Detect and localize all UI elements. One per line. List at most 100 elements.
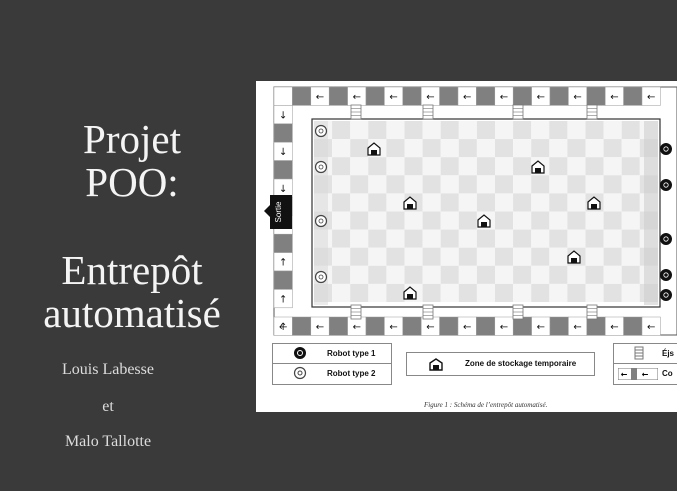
floor-tile — [332, 283, 351, 302]
legend-robot-type-2-label: Robot type 2 — [327, 369, 376, 378]
floor-tile — [621, 193, 640, 212]
floor-tile — [458, 229, 477, 248]
floor-tile — [422, 157, 441, 176]
floor-tile — [567, 229, 586, 248]
floor-tile — [567, 211, 586, 230]
floor-tile — [440, 139, 459, 158]
floor-tile — [422, 283, 441, 302]
warehouse-diagram: ← ← ← ← ← ← ← ← ← ←← ← ← ← ← ← ← ← ← ← ←↓↓↓↑↑↑Sortie — [264, 86, 677, 336]
floor-tile — [549, 229, 568, 248]
floor-tile — [585, 247, 604, 266]
floor-tile — [368, 247, 387, 266]
floor-tile — [404, 211, 423, 230]
author-2: Malo Tallotte — [64, 433, 152, 450]
conveyor-arrow-icon: ← — [573, 92, 581, 103]
conveyor-cell — [273, 160, 293, 180]
legend-conveyor-label: Co — [662, 369, 673, 378]
floor-tile — [386, 121, 405, 140]
floor-tile — [531, 283, 550, 302]
floor-tile — [603, 229, 622, 248]
conveyor-arrow-icon: ← — [537, 322, 545, 333]
conveyor-cell — [402, 316, 422, 336]
conveyor-arrow-icon: ← — [426, 322, 434, 333]
conveyor-arrow-icon: ← — [610, 92, 618, 103]
conveyor-cell — [586, 316, 606, 336]
conveyor-cell — [549, 316, 569, 336]
floor-tile — [495, 193, 514, 212]
conveyor-arrow-icon: ← — [353, 92, 361, 103]
conveyor-cell — [476, 316, 496, 336]
warehouse-figure: ← ← ← ← ← ← ← ← ← ← ← ← ← ← ← ← ← ← ← ← ← ↓ ↓ ↓ ↑ ↑ ↑ Sortie Robot … — [256, 81, 677, 412]
floor-tile — [350, 139, 369, 158]
floor-tile — [368, 121, 387, 140]
floor-tile — [585, 211, 604, 230]
floor-tile — [531, 247, 550, 266]
floor-tile — [350, 229, 369, 248]
floor-tile — [458, 139, 477, 158]
floor-tile — [476, 175, 495, 194]
robot-type-2-icon — [293, 366, 307, 380]
conveyor-arrow-icon: ← — [463, 322, 471, 333]
conveyor-arrow-icon: ← — [647, 322, 655, 333]
floor-tile — [476, 121, 495, 140]
conveyor-arrow-icon: ← — [316, 322, 324, 333]
conveyor-icon: ← ← — [618, 368, 658, 380]
floor-tile — [513, 247, 532, 266]
robot-type-1-icon — [660, 143, 672, 155]
floor-tile — [531, 211, 550, 230]
floor-tile — [603, 247, 622, 266]
conveyor-cell — [549, 86, 569, 106]
floor-tile — [386, 193, 405, 212]
conveyor-cell — [292, 86, 312, 106]
floor-tile — [404, 229, 423, 248]
floor-tile — [332, 265, 351, 284]
conveyor-cell — [586, 86, 606, 106]
floor-tile — [567, 121, 586, 140]
conveyor-cell — [273, 270, 293, 290]
legend-ejector-label: Éjs — [662, 349, 675, 358]
storage-zone-door — [591, 204, 597, 209]
conveyor-cell — [365, 86, 385, 106]
floor-tile — [513, 121, 532, 140]
floor-tile — [495, 265, 514, 284]
floor-tile — [621, 175, 640, 194]
conveyor-arrow-icon: ← — [316, 92, 324, 103]
floor-tile — [332, 229, 351, 248]
floor-tile — [422, 211, 441, 230]
legend-storage-label: Zone de stockage temporaire — [465, 359, 577, 368]
conveyor-cell — [512, 86, 532, 106]
floor-tile — [458, 283, 477, 302]
floor-tile — [350, 193, 369, 212]
floor-tile — [368, 157, 387, 176]
robot-type-2-icon — [314, 270, 328, 284]
floor-tile — [422, 193, 441, 212]
floor-tile — [350, 265, 369, 284]
floor-tile — [476, 283, 495, 302]
floor-tile — [549, 283, 568, 302]
floor-tile — [531, 121, 550, 140]
conveyor-cell — [328, 316, 348, 336]
floor-tile — [603, 121, 622, 140]
floor-tile — [458, 175, 477, 194]
floor-tile — [495, 283, 514, 302]
floor-tile — [621, 121, 640, 140]
floor-tile — [332, 211, 351, 230]
floor-tile — [603, 157, 622, 176]
floor-tile — [513, 229, 532, 248]
robot-lane-right — [644, 121, 658, 305]
conveyor-arrow-icon: ↑ — [279, 294, 287, 305]
conveyor-arrow-icon: ↑ — [279, 322, 287, 333]
floor-tile — [621, 157, 640, 176]
floor-tile — [513, 265, 532, 284]
author-connector: et — [102, 398, 114, 415]
robot-type-1-icon — [660, 179, 672, 191]
floor-tile — [585, 157, 604, 176]
floor-tile — [440, 265, 459, 284]
floor-tile — [350, 175, 369, 194]
floor-tile — [476, 265, 495, 284]
conveyor-cell — [273, 86, 293, 106]
conveyor-cell — [273, 233, 293, 253]
floor-tile — [458, 193, 477, 212]
storage-zone-door — [407, 294, 413, 299]
slide-title-line-2: Entrepôt automatisé — [0, 248, 264, 335]
